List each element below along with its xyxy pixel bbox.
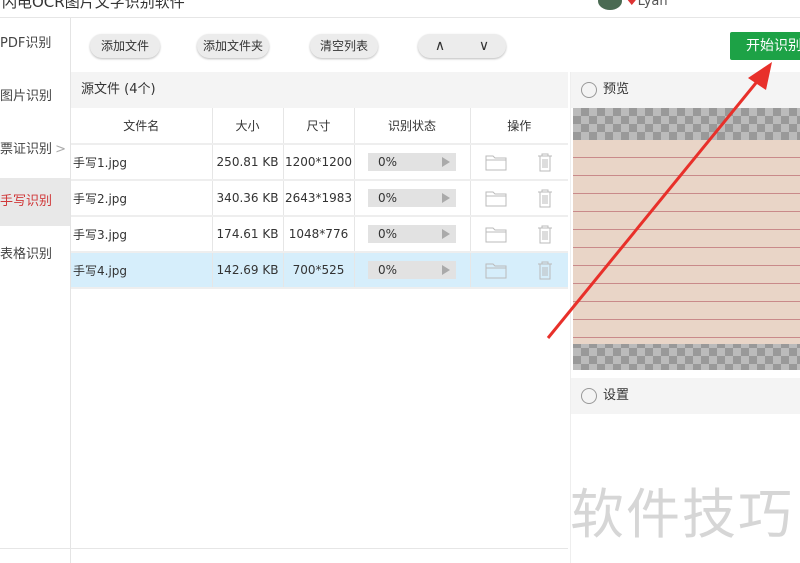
- annotation-arrow: [546, 62, 772, 339]
